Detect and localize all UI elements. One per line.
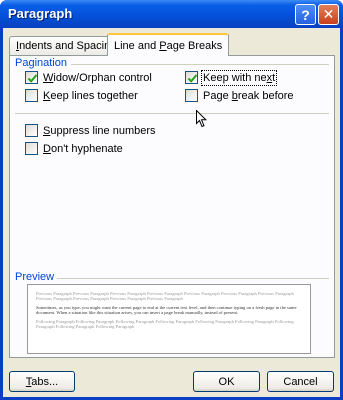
ok-button[interactable]: OK [193, 371, 260, 392]
preview-pane: Previous Paragraph Previous Paragraph Pr… [27, 284, 311, 354]
cancel-button[interactable]: Cancel [267, 371, 334, 392]
checkbox-box [185, 89, 198, 102]
suppress-line-numbers-label: Suppress line numbers [43, 124, 156, 137]
dont-hyphenate-checkbox[interactable]: Don't hyphenate [25, 142, 123, 155]
preview-divider [57, 278, 329, 279]
checkbox-box [25, 142, 38, 155]
tab-label: Line and [114, 40, 160, 52]
help-icon: ? [301, 6, 310, 23]
keep-lines-together-label: Keep lines together [43, 89, 138, 102]
preview-label: Preview [15, 271, 59, 283]
preview-sample-text: Sometimes, as you type, you might want t… [36, 304, 297, 316]
suppress-line-numbers-checkbox[interactable]: Suppress line numbers [25, 124, 156, 137]
tabs-button-label: Tabs... [25, 375, 59, 388]
page-break-before-label: Page break before [203, 89, 294, 102]
close-button[interactable]: ✕ [318, 4, 339, 25]
dialog-body: Indents and Spacing Line and Page Breaks… [3, 28, 340, 397]
widow-orphan-checkbox[interactable]: Widow/Orphan control [25, 71, 152, 84]
window-title: Paragraph [8, 6, 73, 21]
tabs-button[interactable]: Tabs... [9, 371, 75, 392]
section-divider [15, 113, 329, 114]
tab-label: age Breaks [166, 40, 223, 52]
preview-previous-paragraph: Previous Paragraph Previous Paragraph Pr… [36, 291, 294, 302]
checkmark-icon [27, 74, 38, 83]
pagination-divider [71, 64, 329, 65]
close-icon: ✕ [322, 6, 335, 22]
page-break-before-checkbox[interactable]: Page break before [185, 89, 294, 102]
tab-label: ndents and Spacing [19, 40, 117, 52]
tab-line-and-page-breaks[interactable]: Line and Page Breaks [107, 33, 230, 56]
help-button[interactable]: ? [295, 4, 316, 25]
checkmark-icon [187, 74, 198, 83]
checkbox-box [25, 124, 38, 137]
pagination-label: Pagination [15, 57, 71, 69]
ok-button-label: OK [218, 375, 235, 388]
checkbox-box [185, 71, 198, 84]
tab-mnemonic: P [159, 40, 167, 52]
title-bar[interactable]: Paragraph ? ✕ [0, 0, 343, 28]
keep-with-next-label: Keep with next [200, 69, 278, 86]
paragraph-dialog: Paragraph ? ✕ Indents and Spacing Line a… [0, 0, 343, 400]
keep-with-next-checkbox[interactable]: Keep with next [185, 69, 278, 86]
keep-lines-together-checkbox[interactable]: Keep lines together [25, 89, 138, 102]
checkbox-box [25, 89, 38, 102]
cancel-button-label: Cancel [283, 375, 318, 388]
dont-hyphenate-label: Don't hyphenate [43, 142, 123, 155]
checkbox-box [25, 71, 38, 84]
widow-orphan-label: Widow/Orphan control [43, 71, 152, 84]
preview-following-paragraph: Following Paragraph Following Paragraph … [36, 318, 294, 330]
mouse-pointer-icon [196, 110, 207, 128]
